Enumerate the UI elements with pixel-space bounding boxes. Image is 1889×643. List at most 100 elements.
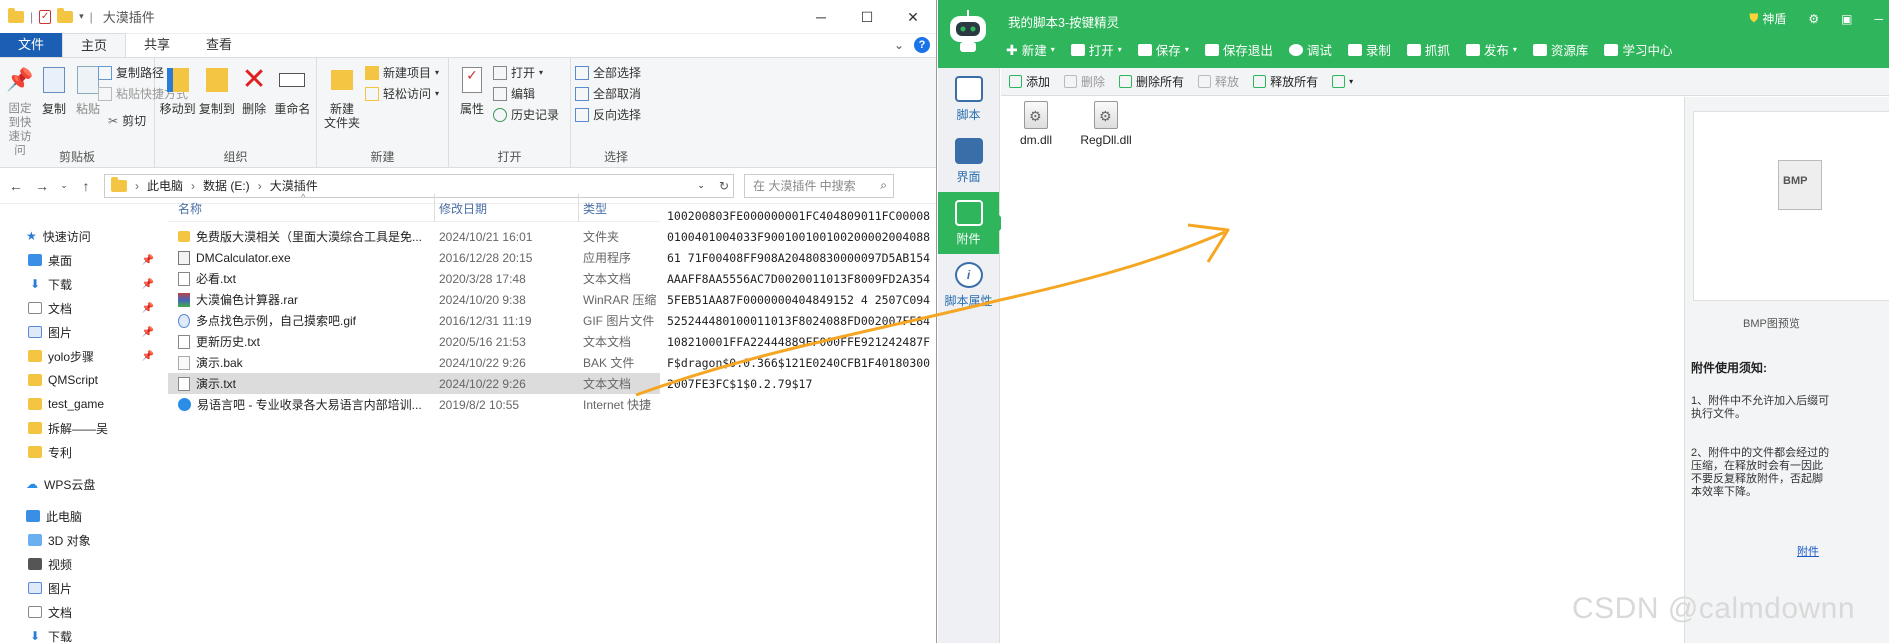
history-button[interactable]: 历史记录: [493, 106, 559, 123]
column-type[interactable]: 类型: [583, 200, 607, 217]
release-all-button[interactable]: 释放所有: [1253, 73, 1318, 90]
add-attachment-button[interactable]: 添加: [1009, 73, 1050, 90]
file-row[interactable]: 大漠偏色计算器.rar 2024/10/20 9:38 WinRAR 压缩: [168, 289, 660, 310]
file-row[interactable]: 易语言吧 - 专业收录各大易语言内部培训... 2019/8/2 10:55 Int…: [168, 394, 660, 415]
file-name: 易语言吧 - 专业收录各大易语言内部培训...: [197, 398, 422, 412]
file-row[interactable]: 必看.txt 2020/3/28 17:48 文本文档: [168, 268, 660, 289]
tab-share[interactable]: 共享: [126, 33, 188, 57]
close-button[interactable]: ✕: [890, 0, 936, 34]
expand-ribbon-chevron-icon[interactable]: ⌄: [894, 38, 904, 52]
open-button[interactable]: 打开 ▾: [1070, 40, 1122, 59]
column-date[interactable]: 修改日期: [439, 200, 487, 217]
column-name[interactable]: 名称: [178, 200, 202, 217]
nav-yolo[interactable]: yolo步骤 📌: [0, 344, 160, 368]
file-row[interactable]: DMCalculator.exe 2016/12/28 20:15 应用程序: [168, 247, 660, 268]
save-exit-button[interactable]: 保存退出: [1204, 40, 1273, 59]
quick-access-separator: |: [30, 9, 34, 24]
back-arrow-icon[interactable]: ←: [8, 178, 24, 194]
file-row[interactable]: 演示.txt 2024/10/22 9:26 文本文档: [168, 373, 660, 394]
file-row[interactable]: 更新历史.txt 2020/5/16 21:53 文本文档: [168, 331, 660, 352]
shield-button[interactable]: ⛊ 神盾: [1749, 10, 1786, 27]
debug-button[interactable]: 调试: [1288, 40, 1332, 59]
tab-home[interactable]: 主页: [62, 33, 127, 57]
save-button[interactable]: 保存 ▾: [1137, 40, 1189, 59]
file-row[interactable]: 免费版大漠相关（里面大漠综合工具是免... 2024/10/21 16:01 文件夹: [168, 226, 660, 247]
breadcrumb-drive[interactable]: 数据 (E:): [203, 177, 250, 194]
breadcrumb-sep: ›: [257, 178, 262, 193]
select-all-button[interactable]: 全部选择: [575, 64, 641, 81]
publish-button[interactable]: 发布 ▾: [1465, 40, 1517, 59]
sidebar-label: 脚本: [956, 107, 981, 122]
restore-icon[interactable]: ▣: [1841, 12, 1852, 26]
file-row[interactable]: 多点找色示例，自己摸索吧.gif 2016/12/31 11:19 GIF 图片文件: [168, 310, 660, 331]
nav-qmscript[interactable]: QMScript: [0, 368, 160, 392]
maximize-button[interactable]: ☐: [844, 0, 890, 34]
file-date: 2024/10/22 9:26: [439, 355, 526, 370]
file-date: 2020/3/28 17:48: [439, 271, 526, 286]
tab-view[interactable]: 查看: [188, 33, 250, 57]
file-row[interactable]: 演示.bak 2024/10/22 9:26 BAK 文件: [168, 352, 660, 373]
select-none-button[interactable]: 全部取消: [575, 85, 641, 102]
save-exit-icon: [1204, 43, 1219, 56]
view-mode-button[interactable]: ▾: [1332, 75, 1353, 88]
nav-videos[interactable]: 视频: [0, 552, 160, 576]
nav-downloads[interactable]: ⬇ 下载 📌: [0, 272, 160, 296]
help-icon[interactable]: ?: [914, 37, 930, 53]
cut-button[interactable]: ✂ 剪切: [108, 112, 146, 129]
breadcrumb-folder[interactable]: 大漠插件: [270, 177, 318, 194]
refresh-icon[interactable]: ↻: [719, 179, 729, 193]
copy-to-icon: [201, 62, 233, 98]
up-arrow-icon[interactable]: ↑: [78, 178, 94, 194]
nav-desktop[interactable]: 桌面 📌: [0, 248, 160, 272]
recent-chevron-icon[interactable]: ⌄: [60, 180, 68, 191]
nav-pc-downloads[interactable]: ⬇ 下载: [0, 624, 160, 643]
nav-pc-pictures[interactable]: 图片: [0, 576, 160, 600]
breadcrumb-pc[interactable]: 此电脑: [147, 177, 183, 194]
nav-quick-access[interactable]: ★ 快速访问: [0, 224, 160, 248]
capture-button[interactable]: 抓抓: [1406, 40, 1450, 59]
attachment-item[interactable]: dm.dll: [1001, 101, 1071, 147]
download-icon: ⬇: [29, 277, 41, 291]
sidebar-item-ui[interactable]: 界面: [938, 130, 999, 192]
forward-arrow-icon[interactable]: →: [34, 178, 50, 194]
qm-minimize-icon[interactable]: ─: [1874, 12, 1883, 26]
nav-this-pc[interactable]: 此电脑: [0, 504, 160, 528]
folder-icon: [28, 422, 42, 434]
new-item-button[interactable]: 新建项目 ▾: [365, 64, 439, 81]
easy-access-button[interactable]: 轻松访问 ▾: [365, 85, 439, 102]
nav-pc-documents[interactable]: 文档: [0, 600, 160, 624]
edit-button[interactable]: 编辑: [493, 85, 559, 102]
nav-test-game[interactable]: test_game: [0, 392, 160, 416]
nav-pictures[interactable]: 图片 📌: [0, 320, 160, 344]
new-button[interactable]: ✚ 新建 ▾: [1006, 40, 1055, 59]
resource-library-button[interactable]: 资源库: [1532, 40, 1588, 59]
nav-documents[interactable]: 文档 📌: [0, 296, 160, 320]
invert-selection-button[interactable]: 反向选择: [575, 106, 641, 123]
tab-file[interactable]: 文件: [0, 33, 63, 57]
file-type: WinRAR 压缩: [583, 293, 657, 307]
nav-3d-objects[interactable]: 3D 对象: [0, 528, 160, 552]
sort-ascending-icon: ^: [301, 192, 306, 202]
delete-all-button[interactable]: 删除所有: [1119, 73, 1184, 90]
nav-chaijie[interactable]: 拆解——吴: [0, 416, 160, 440]
settings-gear-icon[interactable]: ⚙: [1808, 12, 1819, 26]
nav-patent[interactable]: 专利: [0, 440, 160, 464]
nav-wps[interactable]: ☁ WPS云盘: [0, 472, 160, 496]
attachment-help-link[interactable]: 附件: [1797, 543, 1819, 559]
toolbar-label: 调试: [1306, 44, 1332, 58]
attachment-item[interactable]: RegDll.dll: [1071, 101, 1141, 147]
properties-check-icon[interactable]: ✓: [39, 9, 52, 24]
sidebar-item-script[interactable]: 脚本: [938, 68, 999, 130]
sidebar-item-script-props[interactable]: i 脚本属性: [938, 254, 999, 316]
release-button[interactable]: 释放: [1198, 73, 1239, 90]
open-button[interactable]: 打开 ▾: [493, 64, 559, 81]
file-date: 2016/12/31 11:19: [439, 313, 532, 328]
address-dropdown-chevron-icon[interactable]: ⌄: [697, 180, 705, 191]
learning-center-button[interactable]: 学习中心: [1604, 40, 1672, 59]
customize-toolbar-chevron-icon[interactable]: ▾: [79, 11, 84, 22]
delete-attachment-button[interactable]: 删除: [1064, 73, 1105, 90]
sidebar-item-attachments[interactable]: 附件: [938, 192, 1007, 254]
record-button[interactable]: 录制: [1347, 40, 1391, 59]
new-folder-icon[interactable]: [57, 7, 74, 23]
minimize-button[interactable]: ─: [798, 0, 844, 34]
